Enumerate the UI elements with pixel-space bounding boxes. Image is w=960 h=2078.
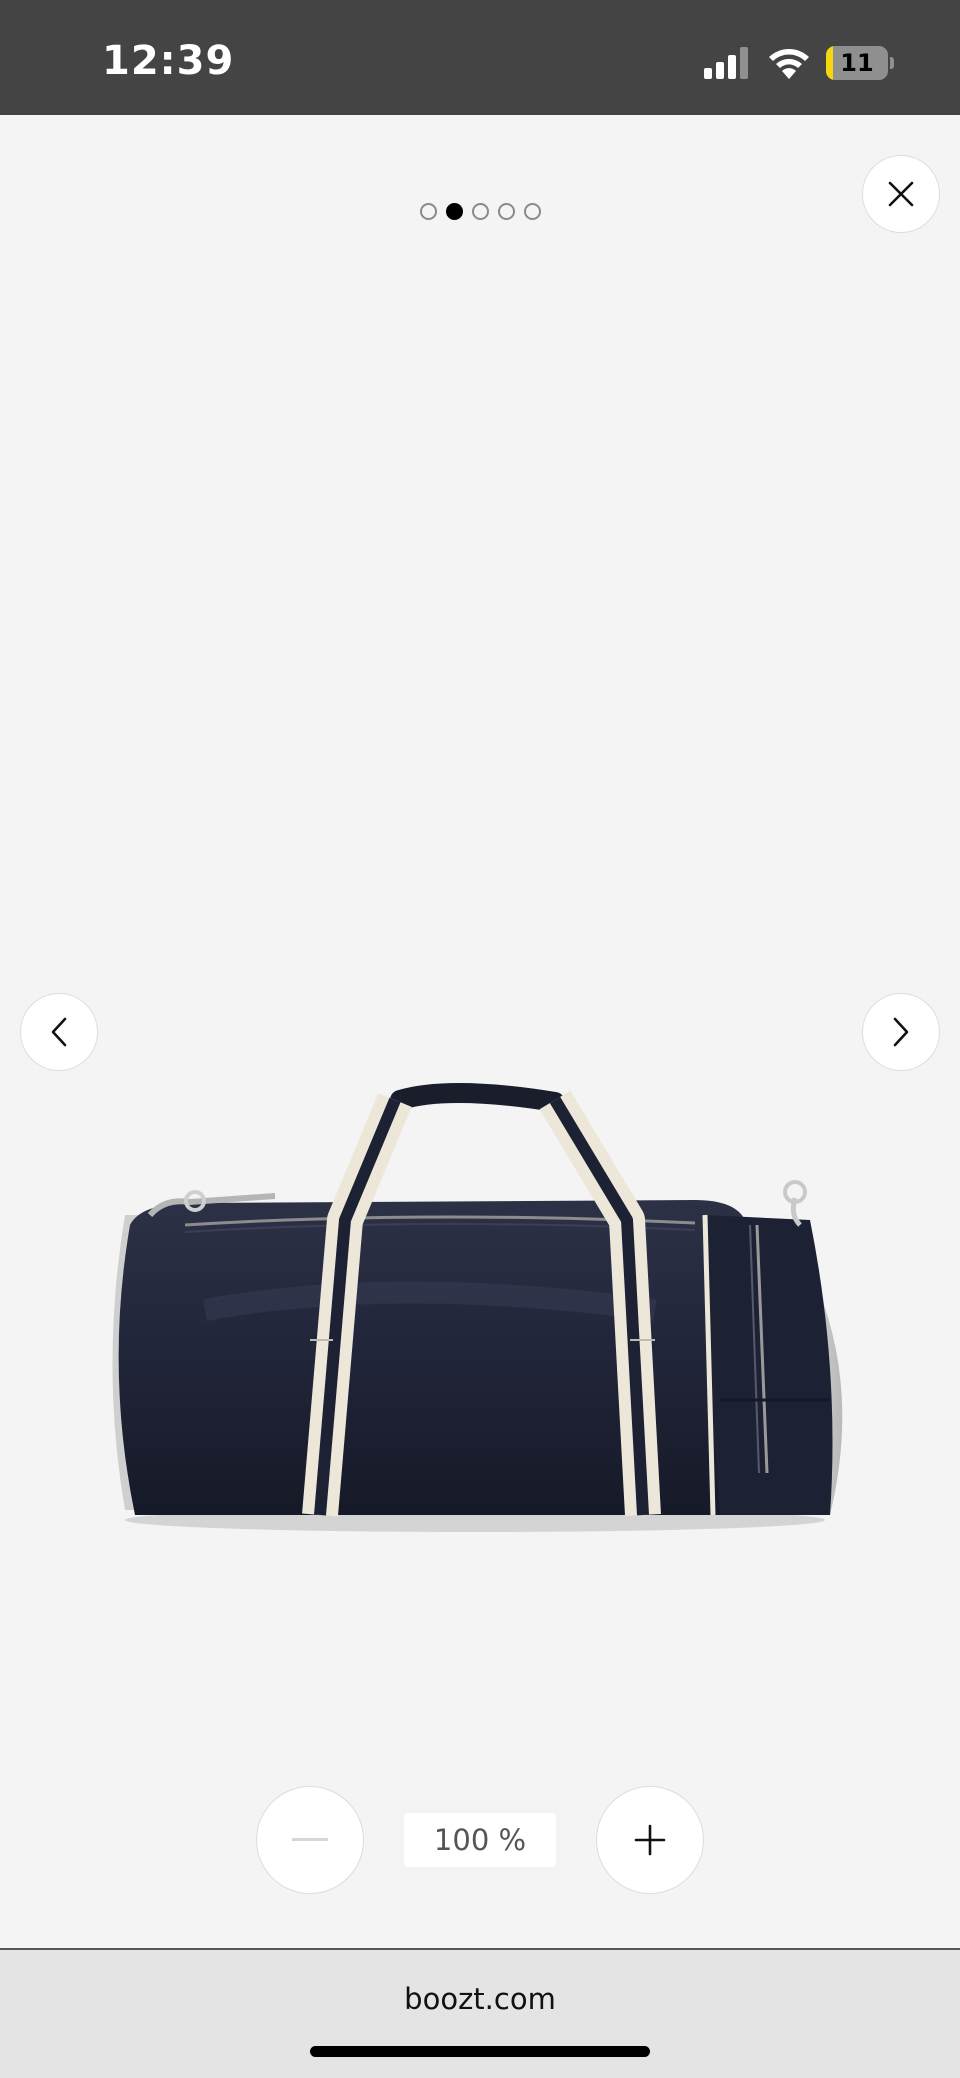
close-icon — [888, 181, 914, 207]
zoom-level-display: 100 % — [404, 1813, 556, 1867]
minus-icon — [292, 1838, 328, 1841]
chevron-right-icon — [893, 1017, 909, 1047]
pagination-dot-1[interactable] — [419, 203, 437, 220]
next-image-button[interactable] — [862, 993, 940, 1071]
pagination-dots — [0, 203, 960, 220]
zoom-in-button[interactable] — [596, 1786, 704, 1894]
home-indicator[interactable] — [310, 2046, 650, 2057]
previous-image-button[interactable] — [20, 993, 98, 1071]
battery-level: 11 — [840, 49, 874, 77]
url-text[interactable]: boozt.com — [0, 1982, 960, 2016]
pagination-dot-4[interactable] — [497, 203, 515, 220]
cellular-signal-icon — [704, 47, 748, 79]
status-bar: 12:39 11 — [0, 0, 960, 115]
battery-tip — [890, 57, 894, 69]
zoom-out-button[interactable] — [256, 1786, 364, 1894]
pagination-dot-2[interactable] — [445, 203, 463, 220]
pagination-dot-5[interactable] — [523, 203, 541, 220]
wifi-icon — [769, 49, 809, 79]
status-time: 12:39 — [102, 38, 235, 84]
browser-address-bar[interactable]: boozt.com — [0, 1948, 960, 2078]
battery-icon: 11 — [826, 46, 888, 80]
chevron-left-icon — [51, 1017, 67, 1047]
close-button[interactable] — [862, 155, 940, 233]
status-icons: 11 — [704, 44, 894, 82]
pagination-dot-3[interactable] — [471, 203, 489, 220]
image-viewer: 100 % — [0, 115, 960, 1948]
plus-icon — [634, 1824, 666, 1856]
product-image[interactable] — [95, 1020, 865, 1550]
